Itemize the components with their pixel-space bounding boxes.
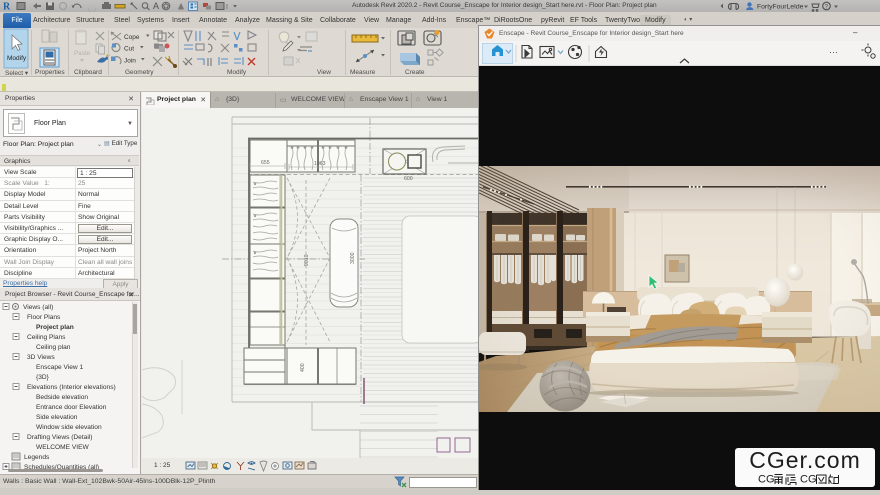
svg-text:FortyFourLeIde: FortyFourLeIde xyxy=(757,4,804,11)
svg-text:CG: CG xyxy=(758,474,775,486)
svg-text:3D Views: 3D Views xyxy=(27,354,55,361)
svg-text:Modify: Modify xyxy=(7,55,27,62)
svg-text:3000: 3000 xyxy=(350,252,356,264)
svg-text:Views (all): Views (all) xyxy=(23,304,53,311)
svg-text:CG: CG xyxy=(800,474,817,486)
svg-text:655: 655 xyxy=(261,160,270,166)
svg-text:Bedside elevation: Bedside elevation xyxy=(36,394,88,401)
svg-text:400: 400 xyxy=(300,363,306,372)
svg-text:Floor Plans: Floor Plans xyxy=(27,314,61,321)
svg-text:Ceiling Plans: Ceiling Plans xyxy=(27,334,66,341)
svg-text:Elevations (Interior elevation: Elevations (Interior elevations) xyxy=(27,384,116,391)
svg-text:Legends: Legends xyxy=(24,454,50,461)
svg-text:Join: Join xyxy=(124,58,136,65)
svg-text:1063: 1063 xyxy=(314,161,326,167)
svg-text:600: 600 xyxy=(404,176,413,182)
svg-text:Cut: Cut xyxy=(124,46,134,53)
svg-text:Project plan: Project plan xyxy=(36,324,74,331)
svg-text:Paste: Paste xyxy=(74,50,91,57)
svg-text:Enscape View 1: Enscape View 1 xyxy=(36,364,83,371)
svg-text:Cope: Cope xyxy=(124,34,140,41)
svg-text:?: ? xyxy=(825,4,829,11)
svg-text:A: A xyxy=(153,1,159,11)
svg-text:WELCOME VIEW: WELCOME VIEW xyxy=(36,444,90,451)
svg-text:⋯: ⋯ xyxy=(829,47,838,57)
svg-text:Drafting Views (Detail): Drafting Views (Detail) xyxy=(27,434,92,441)
svg-text:Window side elevation: Window side elevation xyxy=(36,424,102,431)
svg-text:Ceiling plan: Ceiling plan xyxy=(36,344,71,351)
svg-text:9010: 9010 xyxy=(304,254,310,266)
svg-text:Entrance door Elevation: Entrance door Elevation xyxy=(36,404,107,411)
svg-text:R: R xyxy=(3,2,11,13)
svg-text:Side elevation: Side elevation xyxy=(36,414,78,421)
svg-text:{3D}: {3D} xyxy=(36,374,50,381)
